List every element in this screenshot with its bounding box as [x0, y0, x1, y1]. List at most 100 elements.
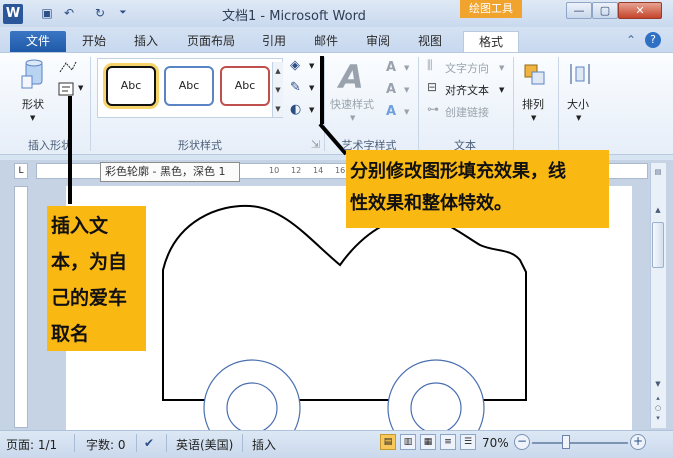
shapes-icon[interactable]	[20, 58, 50, 92]
size-icon[interactable]	[567, 62, 593, 86]
tab-page-layout[interactable]: 页面布局	[180, 31, 242, 52]
drawing-tools-context-label: 绘图工具	[460, 0, 522, 18]
zoom-level[interactable]: 70%	[482, 436, 509, 450]
redo-icon[interactable]: ↻	[91, 5, 109, 21]
tab-selector[interactable]: L	[14, 163, 28, 179]
align-text-button[interactable]: 对齐文本	[445, 82, 489, 98]
status-divider	[136, 434, 137, 452]
ruler-tick-label: 12	[291, 166, 302, 175]
callout-line: 性效果和整体特效。	[350, 193, 512, 214]
status-divider	[166, 434, 167, 452]
zoom-slider-thumb[interactable]	[561, 435, 570, 449]
window-title: 文档1 - Microsoft Word	[222, 9, 366, 24]
print-layout-view-icon[interactable]: ▤	[380, 434, 396, 450]
text-outline-icon[interactable]: A	[386, 82, 396, 97]
shapes-dropdown-arrow-icon[interactable]: ▼	[30, 114, 35, 122]
status-divider	[74, 434, 75, 452]
minimize-button[interactable]: —	[566, 2, 592, 19]
tab-format[interactable]: 格式	[463, 31, 519, 52]
annotation-callout-left: 插入文 本，为自 己的爱车 取名	[47, 206, 146, 351]
text-direction-dropdown-icon[interactable]: ▼	[499, 64, 504, 72]
web-layout-view-icon[interactable]: ▦	[420, 434, 436, 450]
text-box-dropdown-icon[interactable]: ▼	[78, 84, 83, 92]
help-icon[interactable]: ?	[645, 32, 661, 48]
tab-view[interactable]: 视图	[412, 31, 448, 52]
tab-insert[interactable]: 插入	[128, 31, 164, 52]
arrange-button-label[interactable]: 排列	[522, 96, 544, 112]
status-divider	[242, 434, 243, 452]
annotation-callout-right-text: 分别修改图形填充效果，线 性效果和整体特效。	[350, 156, 566, 220]
size-dropdown-icon[interactable]: ▼	[576, 114, 581, 122]
shapes-button-label[interactable]: 形状	[22, 96, 44, 112]
align-text-dropdown-icon[interactable]: ▼	[499, 86, 504, 94]
text-direction-icon[interactable]: ⫼	[427, 58, 433, 73]
text-direction-button[interactable]: 文字方向	[445, 60, 489, 76]
tab-review[interactable]: 审阅	[360, 31, 396, 52]
next-page-icon[interactable]: ▾	[651, 412, 665, 424]
text-fill-icon[interactable]: A	[386, 60, 396, 75]
ruler-toggle-icon[interactable]: ▤	[651, 166, 665, 178]
group-divider	[513, 57, 514, 151]
scroll-thumb[interactable]	[652, 222, 664, 268]
arrange-dropdown-icon[interactable]: ▼	[531, 114, 536, 122]
restore-button[interactable]: ▢	[592, 2, 618, 19]
text-effects-dropdown-icon[interactable]: ▼	[404, 108, 409, 116]
callout-line: 己的爱车	[51, 287, 128, 309]
close-button[interactable]: ✕	[618, 2, 662, 19]
full-screen-reading-view-icon[interactable]: ▥	[400, 434, 416, 450]
tab-home[interactable]: 开始	[76, 31, 112, 52]
ruler-tick-label: 16	[335, 166, 346, 175]
insert-mode-status[interactable]: 插入	[252, 436, 276, 453]
page-count-status[interactable]: 页面: 1/1	[6, 436, 57, 453]
arrange-icon[interactable]	[522, 62, 548, 86]
shape-style-option[interactable]: Abc	[220, 66, 270, 106]
text-fill-dropdown-icon[interactable]: ▼	[404, 64, 409, 72]
word-count-status[interactable]: 字数: 0	[86, 436, 126, 453]
outline-view-icon[interactable]: ≡	[440, 434, 456, 450]
proofing-icon[interactable]: ✔	[144, 436, 154, 450]
ruler-tick-label: 10	[269, 166, 280, 175]
rear-hub	[226, 382, 278, 430]
tab-references[interactable]: 引用	[256, 31, 292, 52]
undo-icon[interactable]: ↶	[60, 5, 78, 21]
text-outline-dropdown-icon[interactable]: ▼	[404, 86, 409, 94]
zoom-in-icon[interactable]: +	[630, 434, 646, 450]
create-link-icon[interactable]: ⊶	[427, 102, 439, 116]
ruler-tick-label: 14	[313, 166, 324, 175]
tab-mailings[interactable]: 邮件	[308, 31, 344, 52]
save-icon[interactable]: ▣	[38, 5, 56, 21]
edit-shape-icon[interactable]	[58, 60, 78, 74]
quick-styles-dropdown-icon[interactable]: ▼	[350, 114, 355, 122]
gallery-more-icon[interactable]: ▼	[272, 100, 283, 117]
tab-file[interactable]: 文件	[10, 31, 66, 52]
group-divider	[418, 57, 419, 151]
zoom-slider-track[interactable]	[532, 442, 628, 444]
callout-line: 本，为自	[51, 251, 128, 273]
align-text-icon[interactable]: ⊟	[427, 80, 437, 94]
shape-fill-icon[interactable]: ◈	[290, 58, 300, 73]
scroll-down-icon[interactable]: ▼	[651, 378, 665, 390]
annotation-pointer-line	[68, 96, 72, 204]
draw-text-box-icon[interactable]	[58, 82, 74, 96]
language-status[interactable]: 英语(美国)	[176, 436, 233, 453]
gallery-scroll-down-icon[interactable]: ▼	[272, 81, 283, 100]
scroll-up-icon[interactable]: ▲	[651, 204, 665, 216]
shape-style-option[interactable]: Abc	[164, 66, 214, 106]
zoom-out-icon[interactable]: −	[514, 434, 530, 450]
callout-line: 取名	[51, 323, 90, 345]
style-tooltip: 彩色轮廓 - 黑色，深色 1	[100, 162, 240, 182]
size-button-label[interactable]: 大小	[567, 96, 589, 112]
customize-quick-access-icon[interactable]: ⏷	[114, 5, 132, 21]
create-link-button[interactable]: 创建链接	[445, 104, 489, 120]
shape-style-gallery[interactable]: Abc Abc Abc	[97, 58, 283, 118]
text-effects-icon[interactable]: A	[386, 104, 396, 119]
word-logo-icon[interactable]: W	[3, 4, 23, 24]
gallery-scroll-up-icon[interactable]: ▲	[272, 62, 283, 81]
collapse-ribbon-icon[interactable]: ⌃	[626, 33, 636, 47]
draft-view-icon[interactable]: ☰	[460, 434, 476, 450]
group-divider	[558, 57, 559, 151]
car-shape[interactable]	[150, 200, 540, 430]
vertical-ruler[interactable]	[14, 186, 28, 428]
group-label-shape-styles: 形状样式	[178, 139, 222, 152]
shape-style-option[interactable]: Abc	[106, 66, 156, 106]
